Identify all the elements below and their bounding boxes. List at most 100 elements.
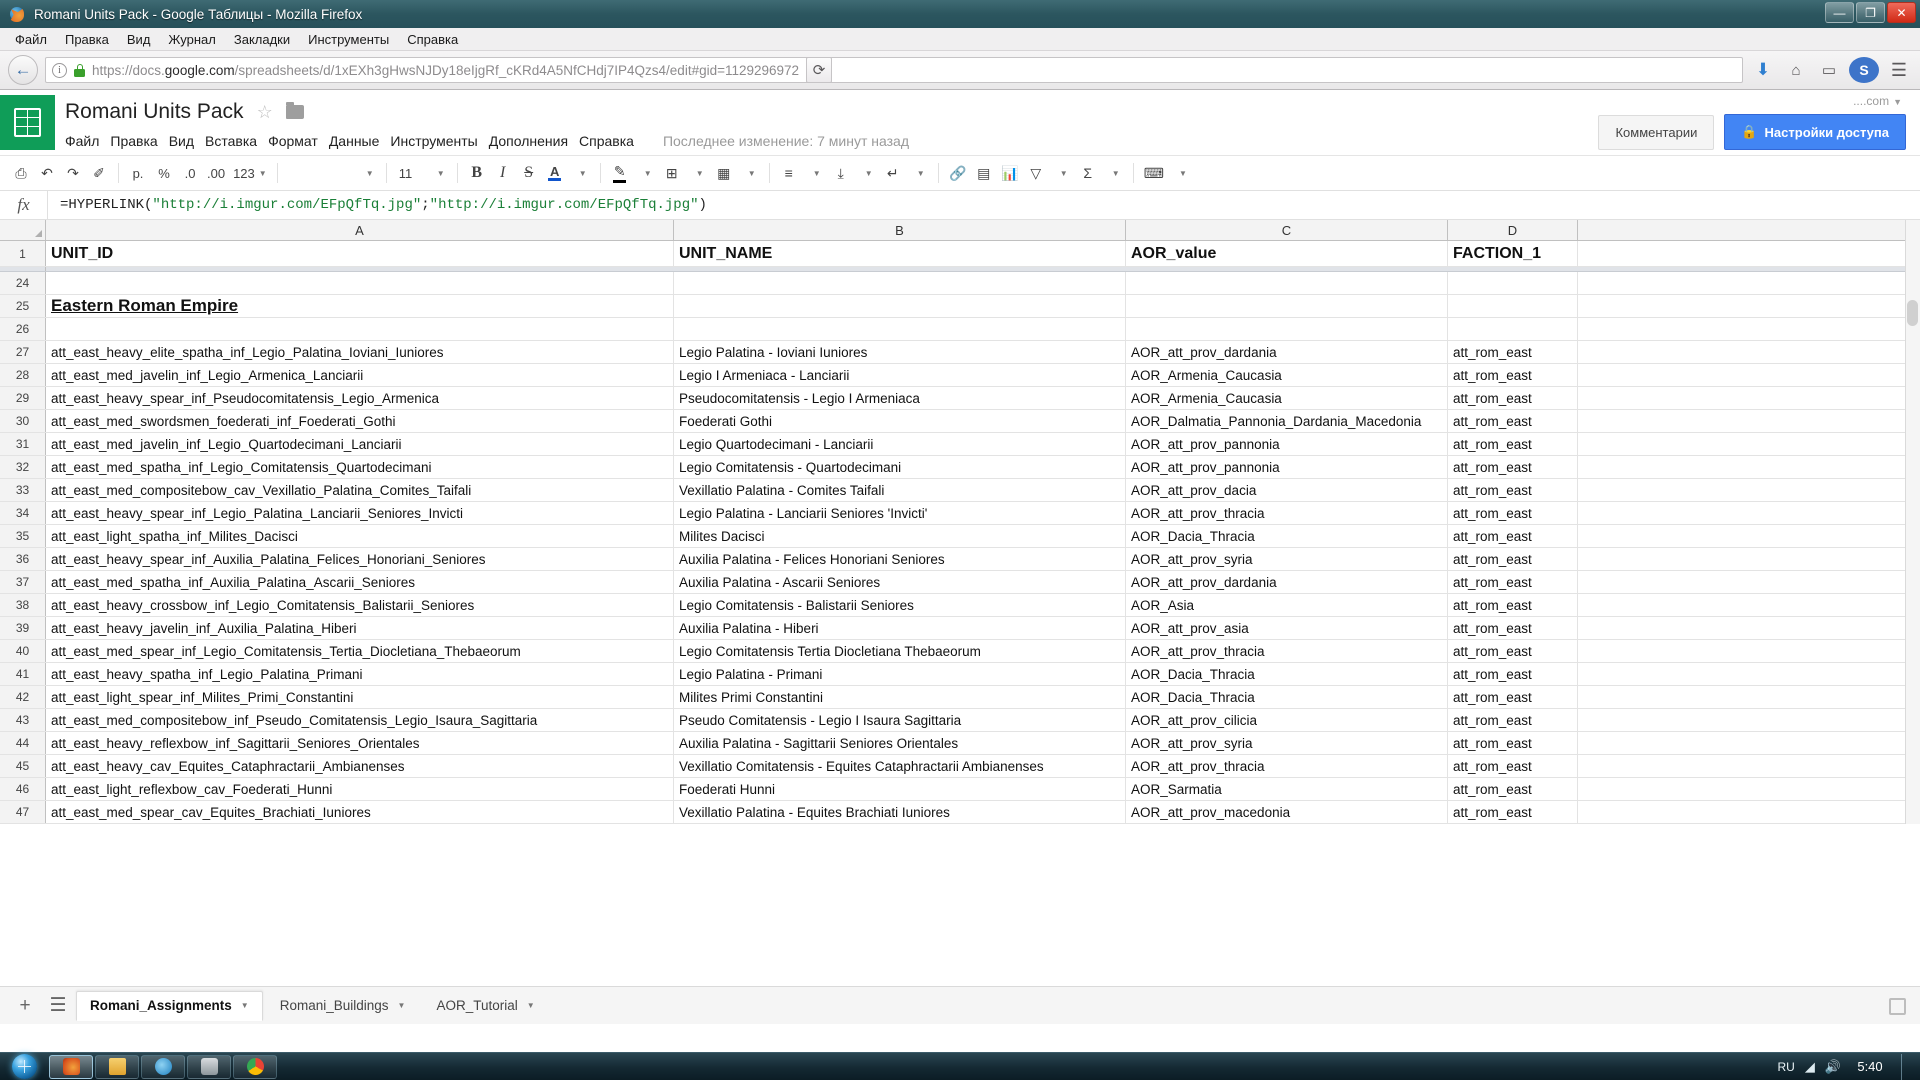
cell-A44[interactable]: att_east_heavy_reflexbow_inf_Sagittarii_… (46, 732, 674, 754)
last-edit-status[interactable]: Последнее изменение: 7 минут назад (645, 133, 909, 149)
cell-B42[interactable]: Milites Primi Constantini (674, 686, 1126, 708)
insert-link-icon[interactable]: 🔗 (945, 160, 971, 186)
clock[interactable]: 5:40 (1851, 1059, 1889, 1074)
row-header[interactable]: 25 (0, 295, 46, 317)
cell-A1[interactable]: UNIT_ID (46, 241, 674, 266)
downloads-icon[interactable]: ⬇ (1750, 57, 1776, 83)
comments-button[interactable]: Комментарии (1598, 114, 1715, 150)
row-header[interactable]: 41 (0, 663, 46, 685)
italic-button[interactable]: I (490, 160, 516, 186)
cell-C47[interactable]: AOR_att_prov_macedonia (1126, 801, 1448, 823)
row-header[interactable]: 32 (0, 456, 46, 478)
cell-D42[interactable]: att_rom_east (1448, 686, 1578, 708)
functions-icon[interactable]: Σ (1075, 160, 1101, 186)
cell-D1[interactable]: FACTION_1 (1448, 241, 1578, 266)
row-header[interactable]: 47 (0, 801, 46, 823)
cell-D26[interactable] (1448, 318, 1578, 340)
bold-button[interactable]: B (464, 160, 490, 186)
cell-C24[interactable] (1126, 272, 1448, 294)
back-button[interactable]: ← (8, 55, 38, 85)
browser-menu-history[interactable]: Журнал (159, 30, 224, 49)
row-header[interactable]: 37 (0, 571, 46, 593)
cell-B47[interactable]: Vexillatio Palatina - Equites Brachiati … (674, 801, 1126, 823)
cell-B24[interactable] (674, 272, 1126, 294)
row-header[interactable]: 44 (0, 732, 46, 754)
cell-C29[interactable]: AOR_Armenia_Caucasia (1126, 387, 1448, 409)
row-header[interactable]: 46 (0, 778, 46, 800)
borders-icon[interactable]: ⊞ (659, 160, 685, 186)
cell-C30[interactable]: AOR_Dalmatia_Pannonia_Dardania_Macedonia (1126, 410, 1448, 432)
row-header[interactable]: 39 (0, 617, 46, 639)
cell-A31[interactable]: att_east_med_javelin_inf_Legio_Quartodec… (46, 433, 674, 455)
sheets-menu-addons[interactable]: Дополнения (489, 130, 579, 152)
row-header[interactable]: 29 (0, 387, 46, 409)
cell-D39[interactable]: att_rom_east (1448, 617, 1578, 639)
functions-dropdown[interactable]: ▼ (1101, 160, 1127, 186)
horizontal-align-icon[interactable]: ≡ (776, 160, 802, 186)
cell-D24[interactable] (1448, 272, 1578, 294)
select-all-corner[interactable] (0, 220, 46, 240)
start-button[interactable] (0, 1054, 48, 1080)
cell-A38[interactable]: att_east_heavy_crossbow_inf_Legio_Comita… (46, 594, 674, 616)
page-info-icon[interactable]: i (52, 62, 67, 78)
add-sheet-icon[interactable]: + (10, 991, 40, 1021)
cell-B28[interactable]: Legio I Armeniaca - Lanciarii (674, 364, 1126, 386)
cell-D46[interactable]: att_rom_east (1448, 778, 1578, 800)
cell-B29[interactable]: Pseudocomitatensis - Legio I Armeniaca (674, 387, 1126, 409)
all-sheets-icon[interactable]: ☰ (43, 991, 73, 1021)
cell-A26[interactable] (46, 318, 674, 340)
cell-B32[interactable]: Legio Comitatensis - Quartodecimani (674, 456, 1126, 478)
cell-A29[interactable]: att_east_heavy_spear_inf_Pseudocomitaten… (46, 387, 674, 409)
insert-comment-icon[interactable]: ▤ (971, 160, 997, 186)
row-header[interactable]: 27 (0, 341, 46, 363)
redo-icon[interactable]: ↷ (60, 160, 86, 186)
cell-B43[interactable]: Pseudo Comitatensis - Legio I Isaura Sag… (674, 709, 1126, 731)
fill-color-button[interactable]: ✎ (607, 160, 633, 186)
text-wrap-icon[interactable]: ↵ (880, 160, 906, 186)
sheet-tab-romani-assignments[interactable]: Romani_Assignments ▼ (76, 990, 263, 1021)
cell-D43[interactable]: att_rom_east (1448, 709, 1578, 731)
cell-B38[interactable]: Legio Comitatensis - Balistarii Seniores (674, 594, 1126, 616)
cell-D27[interactable]: att_rom_east (1448, 341, 1578, 363)
cell-B44[interactable]: Auxilia Palatina - Sagittarii Seniores O… (674, 732, 1126, 754)
cell-C44[interactable]: AOR_att_prov_syria (1126, 732, 1448, 754)
borders-dropdown[interactable]: ▼ (685, 160, 711, 186)
row-header[interactable]: 42 (0, 686, 46, 708)
cell-A37[interactable]: att_east_med_spatha_inf_Auxilia_Palatina… (46, 571, 674, 593)
cell-C41[interactable]: AOR_Dacia_Thracia (1126, 663, 1448, 685)
sheets-menu-view[interactable]: Вид (169, 130, 205, 152)
row-header[interactable]: 36 (0, 548, 46, 570)
sheets-logo-icon[interactable] (0, 95, 55, 150)
column-header-c[interactable]: C (1126, 220, 1448, 240)
row-header[interactable]: 26 (0, 318, 46, 340)
sheets-menu-format[interactable]: Формат (268, 130, 329, 152)
taskbar-item-firefox[interactable] (49, 1054, 93, 1079)
filter-dropdown[interactable]: ▼ (1049, 160, 1075, 186)
browser-menu-bookmarks[interactable]: Закладки (225, 30, 299, 49)
cell-D38[interactable]: att_rom_east (1448, 594, 1578, 616)
cell-B26[interactable] (674, 318, 1126, 340)
column-header-a[interactable]: A (46, 220, 674, 240)
row-header[interactable]: 34 (0, 502, 46, 524)
reader-mode-icon[interactable]: ▭ (1816, 57, 1842, 83)
sheets-menu-file[interactable]: Файл (65, 130, 110, 152)
text-color-button[interactable]: A (542, 160, 568, 186)
horizontal-align-dropdown[interactable]: ▼ (802, 160, 828, 186)
cell-A39[interactable]: att_east_heavy_javelin_inf_Auxilia_Palat… (46, 617, 674, 639)
cell-A40[interactable]: att_east_med_spear_inf_Legio_Comitatensi… (46, 640, 674, 662)
sheets-menu-tools[interactable]: Инструменты (390, 130, 488, 152)
formula-input[interactable]: =HYPERLINK("http://i.imgur.com/EFpQfTq.j… (48, 197, 707, 213)
cell-B45[interactable]: Vexillatio Comitatensis - Equites Cataph… (674, 755, 1126, 777)
cell-B37[interactable]: Auxilia Palatina - Ascarii Seniores (674, 571, 1126, 593)
taskbar-item-ie[interactable] (141, 1054, 185, 1079)
print-icon[interactable]: ⎙ (8, 160, 34, 186)
cell-C37[interactable]: AOR_att_prov_dardania (1126, 571, 1448, 593)
cell-D25[interactable] (1448, 295, 1578, 317)
font-family-select[interactable]: ▼ (284, 160, 380, 186)
row-header[interactable]: 30 (0, 410, 46, 432)
cell-A32[interactable]: att_east_med_spatha_inf_Legio_Comitatens… (46, 456, 674, 478)
cell-C1[interactable]: AOR_value (1126, 241, 1448, 266)
cell-A30[interactable]: att_east_med_swordsmen_foederati_inf_Foe… (46, 410, 674, 432)
url-bar[interactable]: i https://docs.google.com/spreadsheets/d… (45, 57, 1743, 83)
cell-C38[interactable]: AOR_Asia (1126, 594, 1448, 616)
